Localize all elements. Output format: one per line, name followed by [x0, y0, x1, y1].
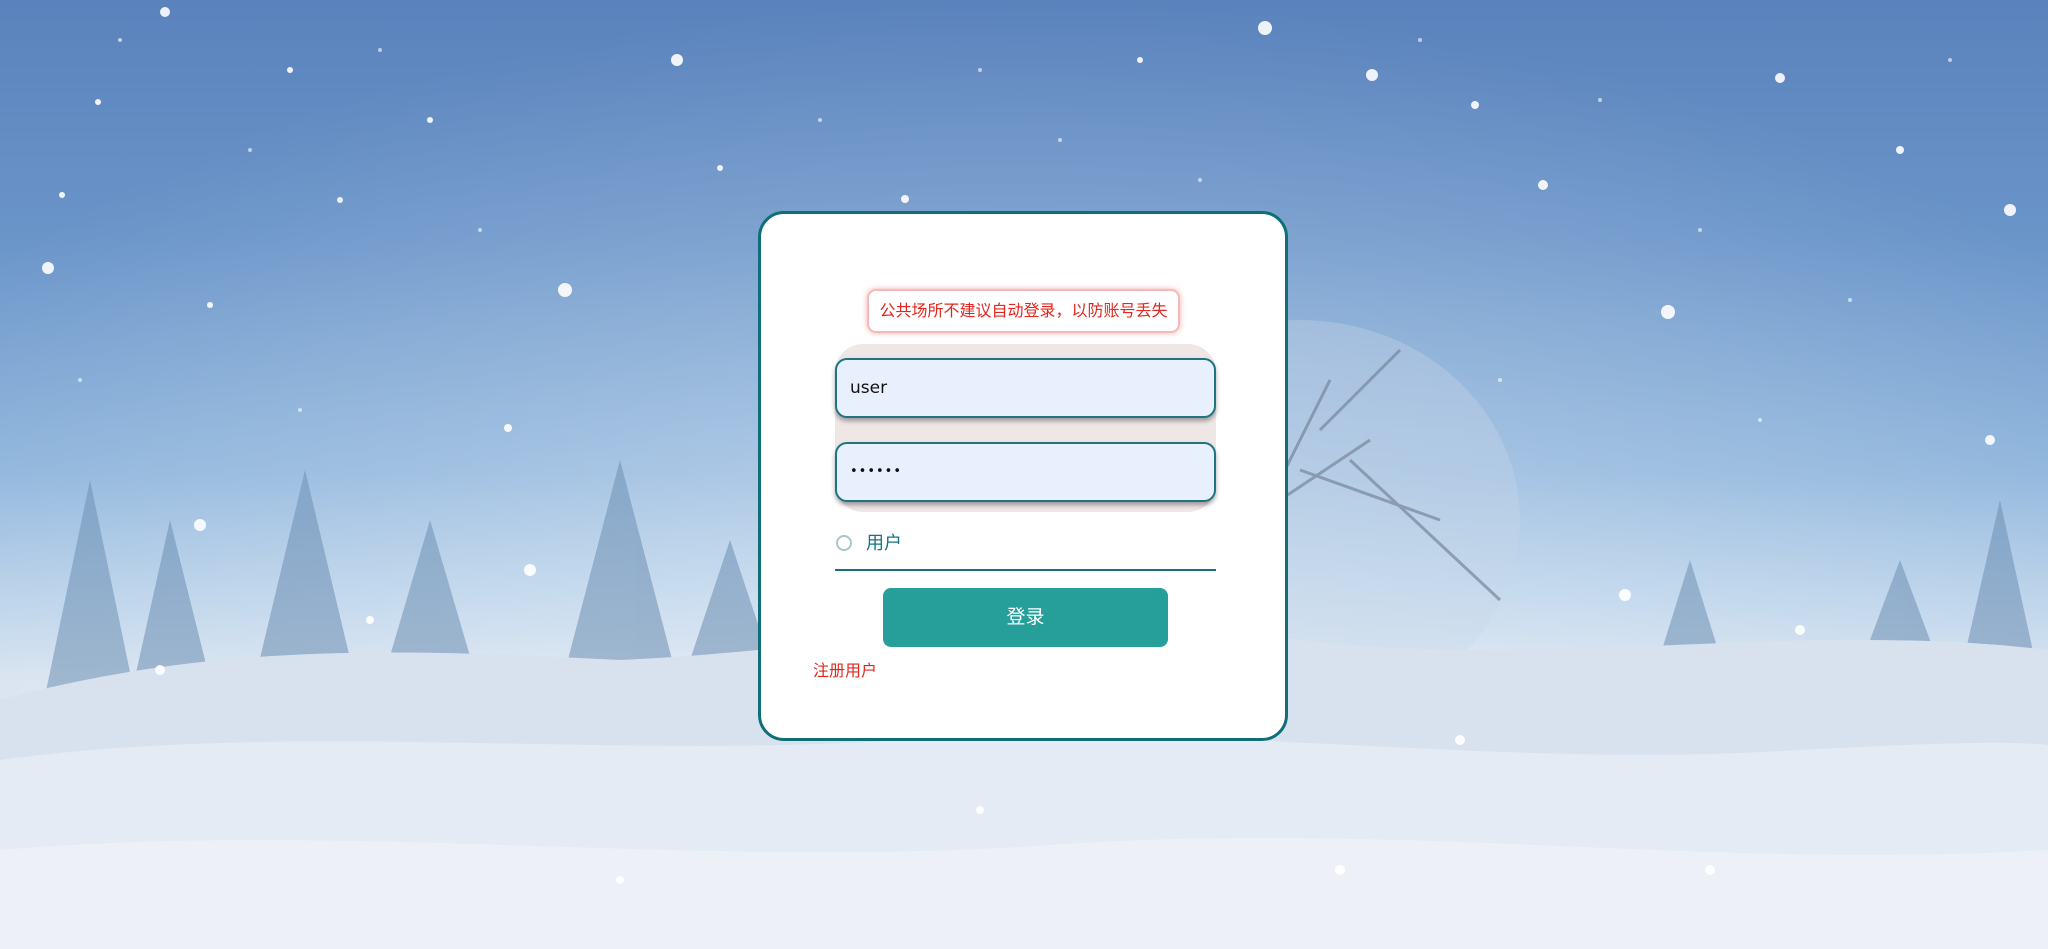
user-role-label[interactable]: 用户 — [866, 532, 902, 556]
auto-login-warning: 公共场所不建议自动登录，以防账号丢失 — [867, 289, 1180, 333]
register-link[interactable]: 注册用户 — [813, 661, 877, 681]
password-input[interactable]: •••••• — [835, 442, 1216, 502]
login-button[interactable]: 登录 — [883, 588, 1168, 647]
user-role-radio[interactable] — [836, 535, 852, 551]
username-input[interactable]: user — [835, 358, 1216, 418]
login-card: 公共场所不建议自动登录，以防账号丢失 user •••••• 用户 登录 注册用… — [758, 211, 1288, 741]
role-selector: 用户 — [835, 532, 1216, 571]
